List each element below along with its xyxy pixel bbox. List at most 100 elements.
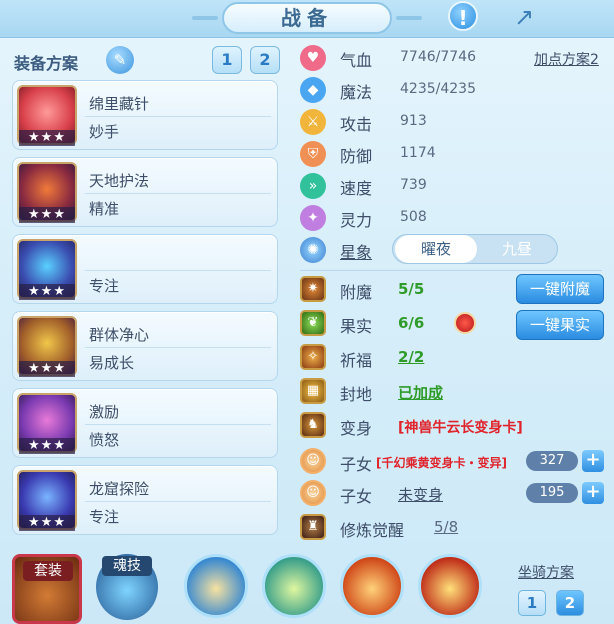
enchant-icon: ✷: [300, 276, 326, 302]
equipment-card[interactable]: ★★★ 群体净心 易成长: [12, 311, 278, 381]
share-icon[interactable]: ↗: [506, 4, 542, 30]
speed-icon: »: [300, 173, 326, 199]
stat-value: 4235/4235: [400, 81, 476, 97]
soul-skill-label: 魂技: [102, 556, 152, 576]
card-divider: [85, 116, 271, 117]
star-sign-icon: ✺: [300, 237, 326, 263]
pencil-icon[interactable]: ✎: [106, 46, 134, 74]
feature-label: 附魔: [340, 283, 373, 302]
star-option-selected[interactable]: 曜夜: [395, 235, 477, 263]
suit-button[interactable]: 套装: [12, 554, 82, 624]
title-bar: 战备 ! ↗: [0, 0, 614, 38]
stat-label: 灵力: [340, 211, 373, 230]
feature-label: 果实: [340, 317, 373, 336]
card-divider: [85, 270, 271, 271]
card-name: 龙窟探险: [89, 480, 150, 498]
stat-mp: ◆ 魔法 4235/4235: [300, 74, 600, 104]
card-subtitle: 专注: [89, 508, 120, 526]
feature-value[interactable]: 5/8: [434, 518, 458, 536]
feature-value[interactable]: 已加成: [398, 382, 443, 403]
help-icon[interactable]: !: [448, 1, 478, 31]
mount-plan-2-button[interactable]: 2: [556, 590, 584, 616]
stat-label: 气血: [340, 51, 373, 70]
feature-label: 子女: [340, 487, 373, 506]
bottom-bar: 套装 魂技 坐骑方案 1 2: [0, 548, 614, 624]
feature-value[interactable]: 2/2: [398, 348, 424, 366]
stat-label: 防御: [340, 147, 373, 166]
equipment-card[interactable]: ★★★ 专注: [12, 234, 278, 304]
stat-hp: ♥ 气血 7746/7746 加点方案2: [300, 42, 600, 72]
feature-value[interactable]: [千幻乘黄变身卡・变异]: [376, 454, 507, 471]
mount-plan-title[interactable]: 坐骑方案: [518, 562, 574, 582]
soul-skill-button[interactable]: 魂技: [96, 554, 158, 620]
suit-label: 套装: [23, 561, 73, 581]
child-2-plus-button[interactable]: +: [582, 482, 604, 504]
star-sign-toggle[interactable]: 曜夜 九昼: [392, 234, 558, 264]
equipment-plan-1-button[interactable]: 1: [212, 46, 242, 74]
feature-label: 封地: [340, 385, 373, 404]
transform-icon: ♞: [300, 412, 326, 438]
equipment-card[interactable]: ★★★ 龙窟探险 专注: [12, 465, 278, 535]
child-2-count: 195: [526, 483, 578, 503]
card-name: 激励: [89, 403, 120, 421]
child-1-plus-button[interactable]: +: [582, 450, 604, 472]
star-rating: ★★★: [19, 130, 75, 146]
feature-value[interactable]: 未变身: [398, 484, 443, 505]
star-sign-label[interactable]: 星象: [340, 239, 372, 263]
card-name: 天地护法: [89, 172, 150, 190]
equipment-plan-panel: 装备方案 ✎ 1 2 ★★★ 绵里藏针 妙手 ★★★ 天地护法 精准 ★★★ 专…: [8, 40, 284, 540]
heart-icon: ♥: [300, 45, 326, 71]
stat-defense: ⛨ 防御 1174: [300, 138, 600, 168]
card-subtitle: 愤怒: [89, 431, 120, 449]
fief-icon: ▦: [300, 378, 326, 404]
feature-blessing: ✧ 祈福 2/2: [300, 342, 600, 372]
mana-icon: ◆: [300, 77, 326, 103]
skill-orb-drum-icon[interactable]: [418, 554, 482, 618]
skill-orb-fire-icon[interactable]: [340, 554, 404, 618]
card-subtitle: 易成长: [89, 354, 135, 372]
skill-orb-figure-icon[interactable]: [184, 554, 248, 618]
auto-enchant-button[interactable]: 一键附魔: [516, 274, 604, 304]
equipment-plan-header: 装备方案 ✎ 1 2: [14, 44, 284, 74]
star-option[interactable]: 九昼: [481, 235, 553, 263]
stat-label: 魔法: [340, 83, 373, 102]
blessing-icon: ✧: [300, 344, 326, 370]
stat-spirit: ✦ 灵力 508: [300, 202, 600, 232]
window-title: 战备: [192, 2, 422, 34]
equipment-plan-2-button[interactable]: 2: [250, 46, 280, 74]
shield-icon: ⛨: [300, 141, 326, 167]
card-subtitle: 妙手: [89, 123, 120, 141]
spirit-icon: ✦: [300, 205, 326, 231]
card-divider: [85, 424, 271, 425]
fruit-icon: ❦: [300, 310, 326, 336]
mount-plan-1-button[interactable]: 1: [518, 590, 546, 616]
star-rating: ★★★: [19, 515, 75, 531]
feature-label: 子女: [340, 455, 373, 474]
star-rating: ★★★: [19, 361, 75, 377]
feature-value[interactable]: [神兽牛云长变身卡]: [398, 417, 523, 437]
stat-value: 1174: [400, 145, 436, 161]
equipment-plan-title: 装备方案: [14, 54, 79, 73]
card-subtitle: 专注: [89, 277, 120, 295]
card-divider: [85, 347, 271, 348]
feature-value: 5/5: [398, 280, 425, 298]
card-name: 群体净心: [89, 326, 150, 344]
feature-label: 变身: [340, 419, 373, 438]
feature-label: 修炼觉醒: [340, 521, 405, 540]
equipment-card[interactable]: ★★★ 绵里藏针 妙手: [12, 80, 278, 150]
fruit-orb-icon[interactable]: [454, 312, 476, 334]
stat-value: 913: [400, 113, 427, 129]
stat-speed: » 速度 739: [300, 170, 600, 200]
auto-fruit-button[interactable]: 一键果实: [516, 310, 604, 340]
feature-transform: ♞ 变身 [神兽牛云长变身卡]: [300, 410, 600, 440]
star-rating: ★★★: [19, 438, 75, 454]
stat-label: 速度: [340, 179, 373, 198]
feature-label: 祈福: [340, 351, 373, 370]
skill-orb-leaf-icon[interactable]: [262, 554, 326, 618]
equipment-card[interactable]: ★★★ 激励 愤怒: [12, 388, 278, 458]
equipment-card[interactable]: ★★★ 天地护法 精准: [12, 157, 278, 227]
child-icon: ☺: [300, 448, 326, 474]
add-point-plan-link[interactable]: 加点方案2: [534, 49, 599, 69]
child-icon: ☺: [300, 480, 326, 506]
sword-icon: ⚔: [300, 109, 326, 135]
